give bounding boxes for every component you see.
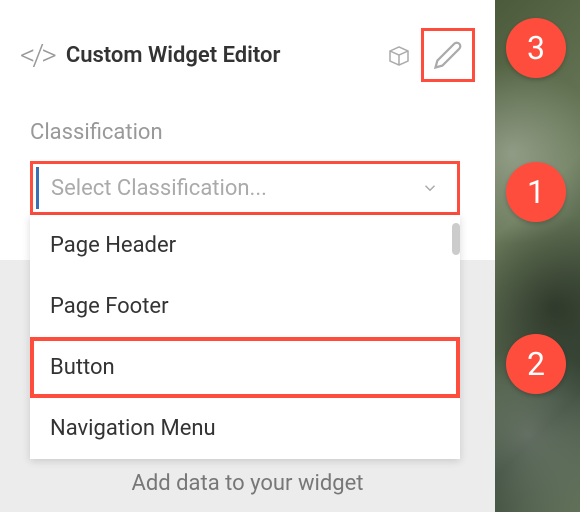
edit-button[interactable] xyxy=(421,28,475,82)
header: </> Custom Widget Editor xyxy=(0,0,495,110)
callout-badge-1: 1 xyxy=(506,162,566,222)
header-actions xyxy=(385,28,475,82)
classification-dropdown: Page Header Page Footer Button Navigatio… xyxy=(30,215,460,459)
page-title: Custom Widget Editor xyxy=(66,43,373,68)
bottom-help-text: Add data to your widget xyxy=(132,471,364,496)
callout-badge-2: 2 xyxy=(506,334,566,394)
pencil-icon xyxy=(433,40,463,70)
classification-select[interactable]: Select Classification... xyxy=(30,161,460,215)
chevron-down-icon xyxy=(421,179,439,197)
scrollbar-thumb[interactable] xyxy=(452,223,460,255)
editor-panel: </> Custom Widget Editor Add data to you… xyxy=(0,0,495,512)
classification-label: Classification xyxy=(30,120,465,145)
select-placeholder: Select Classification... xyxy=(51,176,421,201)
code-icon: </> xyxy=(20,38,54,73)
dropdown-item-button[interactable]: Button xyxy=(30,337,460,398)
content: Classification Select Classification... … xyxy=(0,110,495,225)
classification-select-wrapper: Select Classification... Page Header Pag… xyxy=(30,161,465,215)
box-icon[interactable] xyxy=(385,43,413,67)
dropdown-item-page-header[interactable]: Page Header xyxy=(30,215,460,276)
callout-badge-3: 3 xyxy=(506,18,566,78)
dropdown-item-navigation-menu[interactable]: Navigation Menu xyxy=(30,398,460,459)
dropdown-item-page-footer[interactable]: Page Footer xyxy=(30,276,460,337)
